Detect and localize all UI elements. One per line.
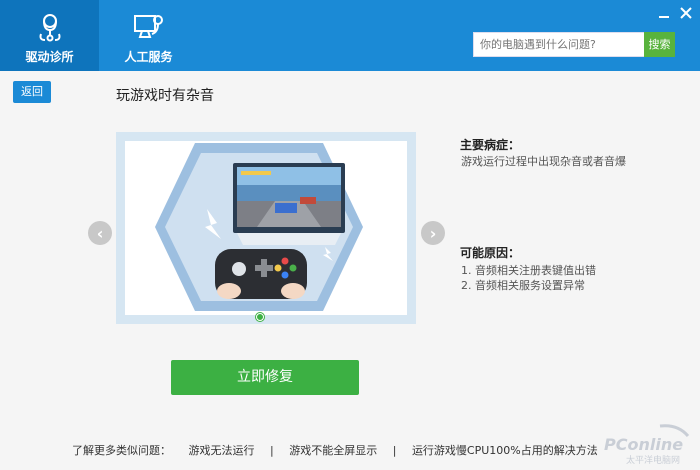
symptom-heading: 主要病症： <box>460 138 521 152</box>
search-button[interactable]: 搜索 <box>644 32 675 57</box>
header-bar: 驱动诊所 人工服务 搜索 <box>0 0 700 71</box>
minimize-icon <box>659 16 669 18</box>
carousel-prev-button[interactable]: ‹ <box>88 221 112 245</box>
close-icon <box>680 7 692 19</box>
chevron-right-icon: › <box>429 223 437 243</box>
tab-driver-clinic[interactable]: 驱动诊所 <box>0 0 99 71</box>
related-link-no-fullscreen[interactable]: 游戏不能全屏显示 <box>289 442 377 458</box>
separator: | <box>392 444 397 457</box>
carousel-indicator-dot[interactable] <box>256 313 264 321</box>
minimize-button[interactable] <box>656 6 672 20</box>
related-issues-row: 了解更多类似问题： 游戏无法运行 | 游戏不能全屏显示 | 运行游戏慢CPU10… <box>72 442 598 458</box>
pconline-watermark-logo: PConline 太平洋电脑网 <box>600 422 696 466</box>
related-issues-label: 了解更多类似问题： <box>72 444 171 457</box>
chevron-left-icon: ‹ <box>96 223 104 243</box>
svg-text:太平洋电脑网: 太平洋电脑网 <box>626 454 680 466</box>
carousel-slide <box>125 141 407 315</box>
page-title: 玩游戏时有杂音 <box>116 88 214 104</box>
carousel-next-button[interactable]: › <box>421 221 445 245</box>
pconline-logo-image: PConline 太平洋电脑网 <box>604 424 690 466</box>
symptom-text: 游戏运行过程中出现杂音或者音爆 <box>461 155 626 168</box>
separator: | <box>270 444 274 457</box>
carousel <box>116 132 416 324</box>
stethoscope-icon <box>33 12 67 42</box>
cause-item: 2. 音频相关服务设置异常 <box>461 279 585 292</box>
related-link-game-not-running[interactable]: 游戏无法运行 <box>189 442 255 458</box>
svg-text:PConline: PConline <box>604 435 683 454</box>
gaming-illustration <box>155 143 363 311</box>
search-input[interactable] <box>473 32 645 57</box>
back-button[interactable]: 返回 <box>13 81 51 103</box>
related-link-cpu-100[interactable]: 运行游戏慢CPU100%占用的解决方法 <box>412 442 598 458</box>
tab-driver-clinic-label: 驱动诊所 <box>25 50 74 64</box>
tab-manual-service[interactable]: 人工服务 <box>99 0 198 71</box>
tab-manual-service-label: 人工服务 <box>124 50 173 64</box>
close-button[interactable] <box>678 6 694 20</box>
cause-item: 1. 音频相关注册表键值出错 <box>461 264 596 277</box>
causes-heading: 可能原因： <box>460 246 521 260</box>
fix-now-button[interactable]: 立即修复 <box>171 360 359 395</box>
monitor-stethoscope-icon <box>132 12 166 42</box>
